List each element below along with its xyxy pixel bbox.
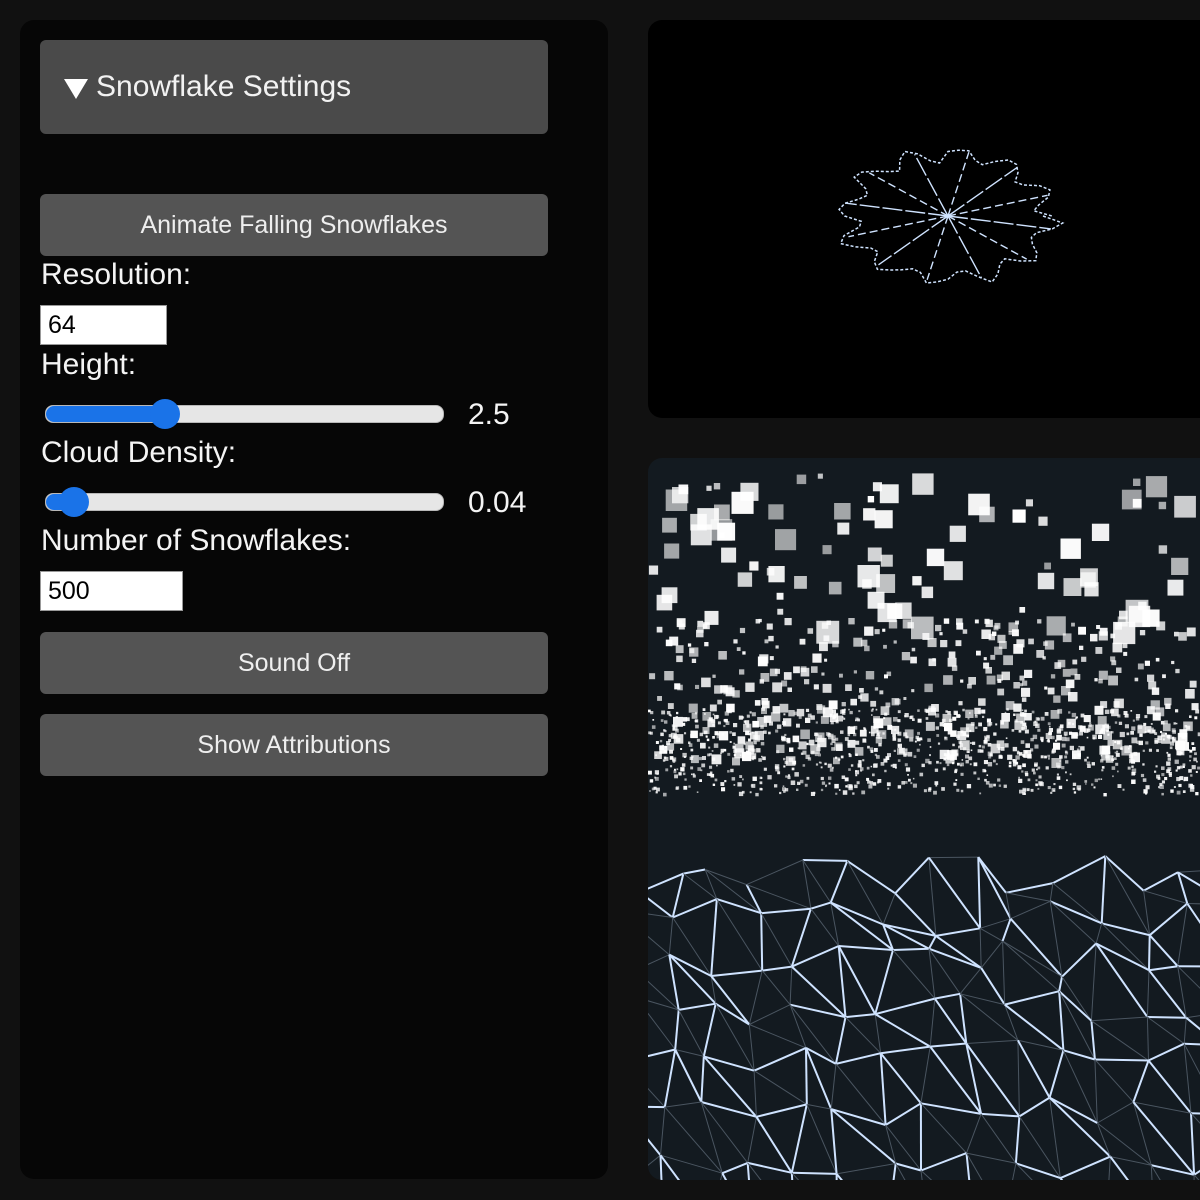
height-label: Height: xyxy=(41,348,137,381)
sound-toggle-button[interactable]: Sound Off xyxy=(40,632,548,694)
falling-snow-particles xyxy=(648,473,1200,797)
height-slider[interactable] xyxy=(45,399,444,429)
height-slider-thumb[interactable] xyxy=(150,399,181,429)
height-slider-fill xyxy=(46,406,166,422)
cloud-density-slider[interactable] xyxy=(45,487,444,517)
settings-header[interactable]: Snowflake Settings xyxy=(40,40,548,134)
resolution-input[interactable] xyxy=(40,305,167,345)
show-attributions-button[interactable]: Show Attributions xyxy=(40,714,548,776)
cloud-density-value: 0.04 xyxy=(468,486,527,519)
snowflakes-label: Number of Snowflakes: xyxy=(41,524,352,557)
cloud-density-label: Cloud Density: xyxy=(41,436,237,469)
snowfall-scene-canvas[interactable] xyxy=(648,458,1200,1180)
snowflakes-input[interactable] xyxy=(40,571,183,611)
settings-title: Snowflake Settings xyxy=(96,70,352,103)
cloud-density-slider-thumb[interactable] xyxy=(58,487,89,517)
snowflake-wireframe xyxy=(838,149,1065,284)
wireframe-terrain xyxy=(648,855,1200,1180)
snowflake-preview-canvas[interactable] xyxy=(648,20,1200,418)
resolution-label: Resolution: xyxy=(41,258,192,291)
snow-scene-render xyxy=(648,473,1200,1180)
triangle-down-icon xyxy=(64,79,88,99)
height-value: 2.5 xyxy=(468,398,510,431)
animate-snowflakes-button[interactable]: Animate Falling Snowflakes xyxy=(40,194,548,256)
